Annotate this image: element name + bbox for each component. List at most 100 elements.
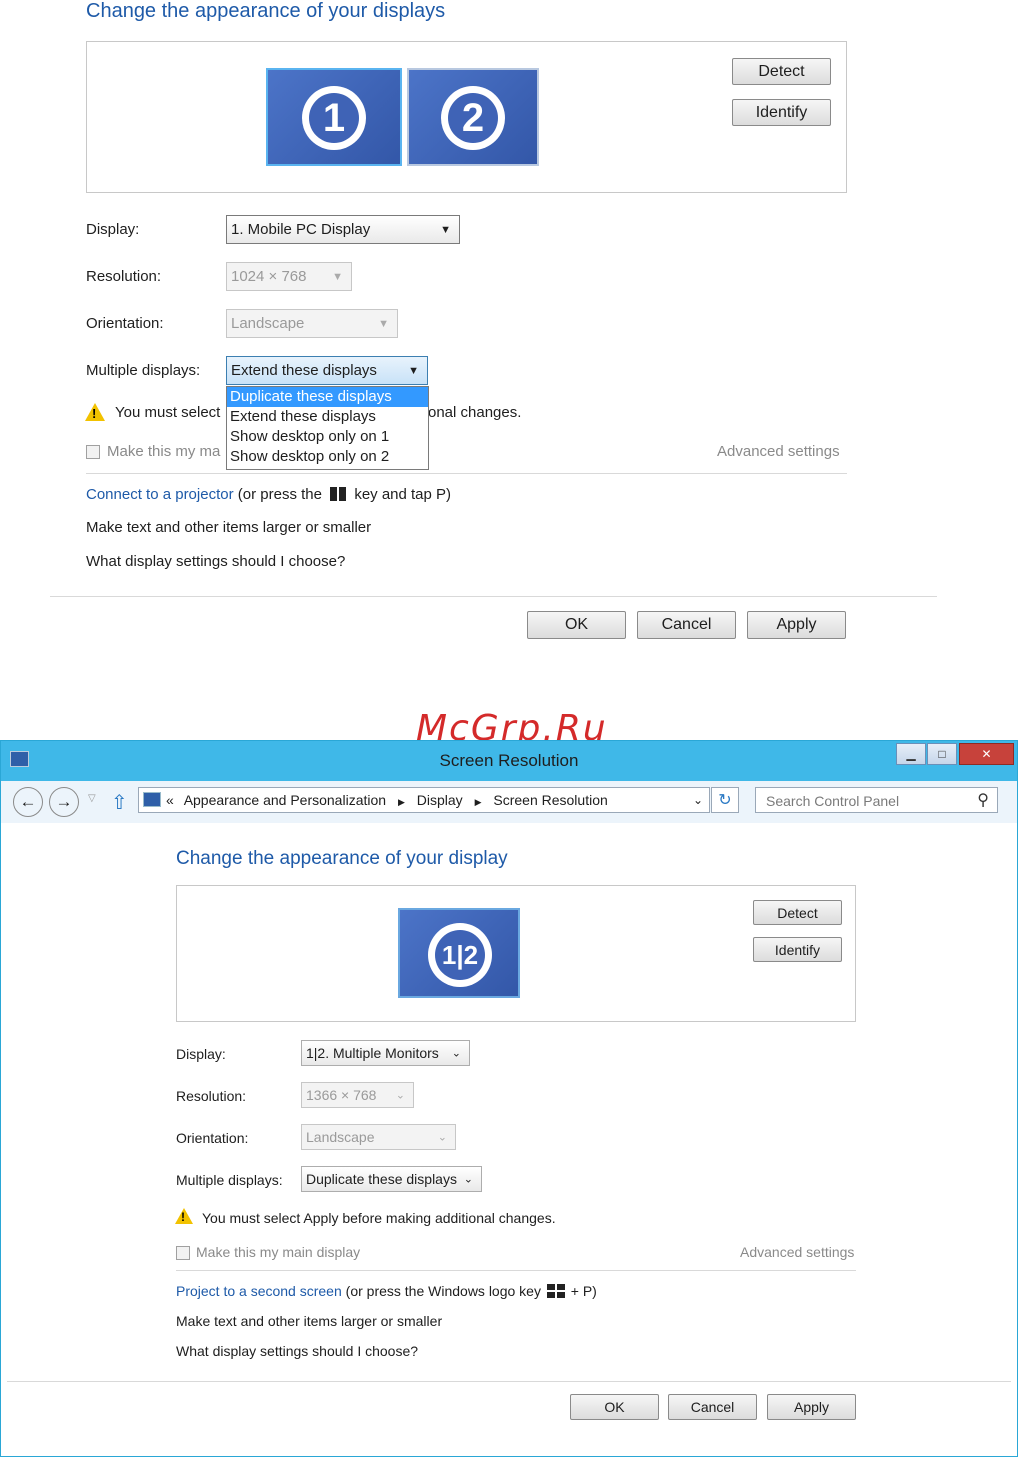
display-label: Display: [176, 1046, 226, 1062]
refresh-icon: ↻ [718, 792, 732, 809]
apply-button[interactable]: Apply [747, 611, 846, 639]
project-row: Project to a second screen (or press the… [176, 1283, 597, 1299]
forward-button[interactable]: → [49, 787, 79, 817]
display-label: Display: [86, 221, 140, 238]
search-box[interactable]: Search Control Panel ⚲ [755, 787, 998, 813]
breadcrumb-item-display[interactable]: Display [417, 792, 463, 808]
multiple-displays-dropdown: Duplicate these displays Extend these di… [226, 386, 429, 470]
identify-button[interactable]: Identify [753, 937, 842, 962]
display-select[interactable]: 1. Mobile PC Display ▼ [226, 215, 460, 244]
cancel-button[interactable]: Cancel [637, 611, 736, 639]
back-button[interactable]: ← [13, 787, 43, 817]
display-settings-help-link[interactable]: What display settings should I choose? [176, 1343, 418, 1359]
maximize-button[interactable]: □ [927, 743, 957, 765]
breadcrumb-overflow[interactable]: « [166, 792, 174, 808]
search-icon[interactable]: ⚲ [977, 790, 989, 810]
breadcrumb-item-appearance[interactable]: Appearance and Personalization [184, 792, 386, 808]
multiple-displays-select[interactable]: Duplicate these displays ⌄ [301, 1166, 482, 1192]
minimize-button[interactable]: ▁ [896, 743, 926, 765]
divider [50, 596, 937, 597]
multiple-displays-label: Multiple displays: [86, 362, 201, 379]
apply-button[interactable]: Apply [767, 1394, 856, 1420]
orientation-select[interactable]: Landscape ⌄ [301, 1124, 456, 1150]
display-select-value: 1. Mobile PC Display [231, 221, 371, 238]
page-title: Change the appearance of your displays [86, 0, 446, 22]
project-second-screen-link[interactable]: Project to a second screen [176, 1283, 342, 1299]
arrow-right-icon: → [55, 792, 73, 811]
chevron-down-icon: ▼ [378, 317, 389, 330]
main-display-checkbox-label: Make this my ma [107, 443, 221, 460]
windows-logo-icon [546, 1284, 565, 1298]
monitor-2[interactable]: 2 [407, 68, 539, 166]
multiple-displays-select[interactable]: Extend these displays ▼ [226, 356, 428, 385]
project-hint-a: (or press the Windows logo key [345, 1283, 541, 1299]
dropdown-option[interactable]: Show desktop only on 2 [227, 447, 428, 467]
control-panel-icon [143, 792, 161, 807]
main-display-checkbox[interactable] [176, 1246, 190, 1260]
arrow-left-icon: ← [19, 792, 37, 811]
dropdown-option[interactable]: Extend these displays [227, 407, 428, 427]
window-title: Screen Resolution [439, 751, 579, 770]
address-bar[interactable]: « Appearance and Personalization ▶ Displ… [138, 787, 710, 813]
minimize-icon: ▁ [906, 747, 916, 761]
warning-text: You must select Apply before making addi… [202, 1210, 556, 1226]
orientation-select-value: Landscape [231, 315, 305, 332]
dropdown-option[interactable]: Duplicate these displays [227, 387, 428, 407]
text-size-link[interactable]: Make text and other items larger or smal… [176, 1313, 442, 1329]
monitor-1-2-number: 1|2 [435, 930, 485, 980]
monitor-2-number: 2 [448, 93, 498, 143]
advanced-settings-link[interactable]: Advanced settings [740, 1244, 854, 1260]
resolution-label: Resolution: [86, 268, 162, 285]
projector-hint-b: key and tap P) [354, 486, 452, 503]
chevron-down-icon: ⌄ [437, 1131, 447, 1144]
recent-pages-chevron-icon[interactable]: ▽ [88, 793, 96, 804]
chevron-down-icon: ▼ [440, 223, 451, 236]
detect-button[interactable]: Detect [732, 58, 831, 85]
search-placeholder: Search Control Panel [766, 793, 900, 809]
resolution-select[interactable]: 1366 × 768 ⌄ [301, 1082, 414, 1108]
main-display-checkbox[interactable] [86, 445, 100, 459]
display-select[interactable]: 1|2. Multiple Monitors ⌄ [301, 1040, 470, 1066]
monitor-1-2[interactable]: 1|2 [398, 908, 520, 998]
ok-button[interactable]: OK [527, 611, 626, 639]
navigation-bar: ← → ▽ ⇧ « Appearance and Personalization… [1, 781, 1017, 823]
chevron-down-icon: ▼ [332, 270, 343, 283]
display-settings-help-link[interactable]: What display settings should I choose? [86, 553, 345, 570]
cancel-button[interactable]: Cancel [668, 1394, 757, 1420]
advanced-settings-link[interactable]: Advanced settings [717, 443, 840, 460]
breadcrumb-item-screen-resolution[interactable]: Screen Resolution [493, 792, 607, 808]
monitor-1-number: 1 [309, 93, 359, 143]
warning-icon: ! [85, 403, 105, 421]
page-title: Change the appearance of your display [176, 848, 508, 869]
up-arrow-icon[interactable]: ⇧ [111, 790, 128, 815]
multiple-displays-select-value: Extend these displays [231, 362, 377, 379]
chevron-down-icon: ⌄ [395, 1089, 405, 1102]
refresh-button[interactable]: ↻ [711, 787, 739, 813]
maximize-icon: □ [938, 747, 946, 761]
title-bar: Screen Resolution ▁ □ ✕ [1, 741, 1017, 781]
main-display-checkbox-label: Make this my main display [196, 1244, 361, 1260]
chevron-down-icon: ⌄ [451, 1047, 461, 1060]
connect-projector-link[interactable]: Connect to a projector [86, 486, 234, 503]
orientation-select-value: Landscape [306, 1129, 375, 1145]
divider [86, 473, 847, 474]
windows-logo-icon [330, 487, 347, 501]
resolution-select[interactable]: 1024 × 768 ▼ [226, 262, 352, 291]
address-dropdown-chevron-icon[interactable]: ⌄ [693, 793, 703, 807]
monitor-1[interactable]: 1 [266, 68, 402, 166]
resolution-select-value: 1024 × 768 [231, 268, 307, 285]
text-size-link[interactable]: Make text and other items larger or smal… [86, 519, 371, 536]
projector-row: Connect to a projector (or press the key… [86, 486, 451, 503]
orientation-select[interactable]: Landscape ▼ [226, 309, 398, 338]
projector-hint-a: (or press the [237, 486, 322, 503]
identify-button[interactable]: Identify [732, 99, 831, 126]
resolution-label: Resolution: [176, 1088, 247, 1104]
dropdown-option[interactable]: Show desktop only on 1 [227, 427, 428, 447]
close-button[interactable]: ✕ [959, 743, 1014, 765]
project-hint-b: + P) [570, 1283, 597, 1299]
divider [7, 1381, 1011, 1382]
detect-button[interactable]: Detect [753, 900, 842, 925]
ok-button[interactable]: OK [570, 1394, 659, 1420]
divider [176, 1270, 856, 1271]
orientation-label: Orientation: [176, 1130, 249, 1146]
